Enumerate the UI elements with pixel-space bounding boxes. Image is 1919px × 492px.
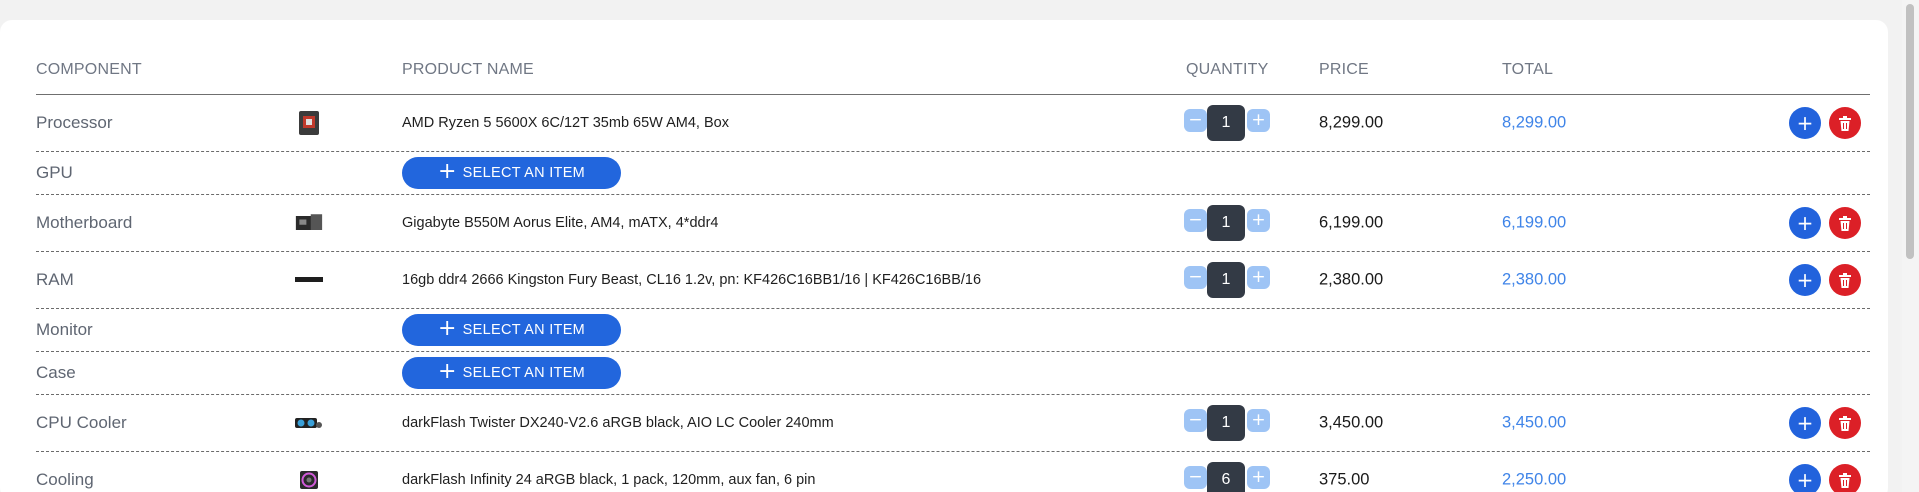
add-item-button[interactable]: +	[1789, 107, 1821, 139]
table-row-gpu: GPU + SELECT AN ITEM	[36, 152, 1870, 195]
header-product-name: PRODUCT NAME	[402, 61, 534, 78]
table-row-monitor: Monitor + SELECT AN ITEM	[36, 309, 1870, 352]
qty-value[interactable]: 6	[1207, 462, 1245, 492]
component-label: CPU Cooler	[36, 413, 127, 432]
qty-value[interactable]: 1	[1207, 262, 1245, 298]
component-label: Case	[36, 363, 76, 382]
total-value: 8,299.00	[1502, 113, 1567, 132]
qty-value[interactable]: 1	[1207, 405, 1245, 441]
product-name[interactable]: 16gb ddr4 2666 Kingston Fury Beast, CL16…	[402, 272, 981, 288]
price-value: 2,380.00	[1319, 270, 1384, 289]
trash-icon	[1839, 272, 1851, 288]
plus-icon: +	[1796, 211, 1814, 235]
trash-icon	[1839, 215, 1851, 231]
component-label: Monitor	[36, 320, 93, 339]
table-row-cpu-cooler: CPU Cooler darkFlash Twister DX240-V2.6 …	[36, 395, 1870, 452]
price-value: 8,299.00	[1319, 113, 1384, 132]
table-row-cooling: Cooling darkFlash Infinity 24 aRGB black…	[36, 452, 1870, 492]
delete-item-button[interactable]	[1829, 264, 1861, 296]
select-item-button[interactable]: + SELECT AN ITEM	[402, 314, 621, 346]
plus-icon: +	[1796, 268, 1814, 292]
quantity-stepper: − 1 +	[1184, 105, 1270, 141]
price-value: 3,450.00	[1319, 413, 1384, 432]
scrollbar-thumb[interactable]	[1906, 4, 1914, 259]
components-table: COMPONENT PRODUCT NAME QUANTITY PRICE TO…	[36, 40, 1870, 492]
qty-value[interactable]: 1	[1207, 205, 1245, 241]
qty-value[interactable]: 1	[1207, 105, 1245, 141]
plus-icon: +	[437, 159, 457, 184]
product-thumbnail[interactable]	[295, 209, 323, 237]
select-item-label: SELECT AN ITEM	[462, 365, 586, 381]
qty-plus-icon[interactable]: +	[1247, 209, 1270, 232]
total-value: 6,199.00	[1502, 213, 1567, 232]
qty-plus-icon[interactable]: +	[1247, 466, 1270, 489]
quantity-stepper: − 1 +	[1184, 405, 1270, 441]
price-value: 6,199.00	[1319, 213, 1384, 232]
trash-icon	[1839, 415, 1851, 431]
plus-icon: +	[1796, 468, 1814, 492]
product-thumbnail[interactable]	[295, 109, 323, 137]
plus-icon: +	[437, 359, 457, 384]
component-label: Processor	[36, 113, 113, 132]
plus-icon: +	[1796, 411, 1814, 435]
product-thumbnail[interactable]	[295, 409, 323, 437]
add-item-button[interactable]: +	[1789, 464, 1821, 492]
table-row-processor: Processor AMD Ryzen 5 5600X 6C/12T 35mb …	[36, 95, 1870, 152]
total-value: 2,380.00	[1502, 270, 1567, 289]
product-name[interactable]: Gigabyte B550M Aorus Elite, AM4, mATX, 4…	[402, 215, 718, 231]
qty-plus-icon[interactable]: +	[1247, 109, 1270, 132]
qty-minus-icon[interactable]: −	[1184, 409, 1207, 432]
component-label: Motherboard	[36, 213, 133, 232]
select-item-button[interactable]: + SELECT AN ITEM	[402, 157, 621, 189]
delete-item-button[interactable]	[1829, 207, 1861, 239]
table-header: COMPONENT PRODUCT NAME QUANTITY PRICE TO…	[36, 40, 1870, 95]
qty-minus-icon[interactable]: −	[1184, 466, 1207, 489]
header-total: TOTAL	[1502, 61, 1554, 78]
header-quantity: QUANTITY	[1186, 61, 1269, 78]
qty-plus-icon[interactable]: +	[1247, 266, 1270, 289]
delete-item-button[interactable]	[1829, 464, 1861, 492]
product-name[interactable]: AMD Ryzen 5 5600X 6C/12T 35mb 65W AM4, B…	[402, 115, 729, 131]
qty-minus-icon[interactable]: −	[1184, 209, 1207, 232]
component-label: Cooling	[36, 470, 94, 489]
build-card: COMPONENT PRODUCT NAME QUANTITY PRICE TO…	[0, 20, 1888, 492]
trash-icon	[1839, 472, 1851, 488]
price-value: 375.00	[1319, 470, 1370, 489]
total-value: 2,250.00	[1502, 470, 1567, 489]
product-name[interactable]: darkFlash Infinity 24 aRGB black, 1 pack…	[402, 472, 815, 488]
trash-icon	[1839, 115, 1851, 131]
quantity-stepper: − 6 +	[1184, 462, 1270, 492]
header-component: COMPONENT	[36, 61, 142, 78]
total-value: 3,450.00	[1502, 413, 1567, 432]
product-thumbnail[interactable]	[295, 266, 323, 294]
header-price: PRICE	[1319, 61, 1369, 78]
qty-plus-icon[interactable]: +	[1247, 409, 1270, 432]
product-name[interactable]: darkFlash Twister DX240-V2.6 aRGB black,…	[402, 415, 834, 431]
plus-icon: +	[437, 316, 457, 341]
product-thumbnail[interactable]	[295, 466, 323, 492]
select-item-label: SELECT AN ITEM	[462, 322, 586, 338]
plus-icon: +	[1796, 111, 1814, 135]
add-item-button[interactable]: +	[1789, 264, 1821, 296]
component-label: GPU	[36, 163, 73, 182]
select-item-button[interactable]: + SELECT AN ITEM	[402, 357, 621, 389]
component-label: RAM	[36, 270, 74, 289]
quantity-stepper: − 1 +	[1184, 262, 1270, 298]
add-item-button[interactable]: +	[1789, 407, 1821, 439]
delete-item-button[interactable]	[1829, 407, 1861, 439]
quantity-stepper: − 1 +	[1184, 205, 1270, 241]
table-row-case: Case + SELECT AN ITEM	[36, 352, 1870, 395]
add-item-button[interactable]: +	[1789, 207, 1821, 239]
qty-minus-icon[interactable]: −	[1184, 266, 1207, 289]
qty-minus-icon[interactable]: −	[1184, 109, 1207, 132]
table-row-ram: RAM 16gb ddr4 2666 Kingston Fury Beast, …	[36, 252, 1870, 309]
delete-item-button[interactable]	[1829, 107, 1861, 139]
table-row-motherboard: Motherboard Gigabyte B550M Aorus Elite, …	[36, 195, 1870, 252]
select-item-label: SELECT AN ITEM	[462, 165, 586, 181]
